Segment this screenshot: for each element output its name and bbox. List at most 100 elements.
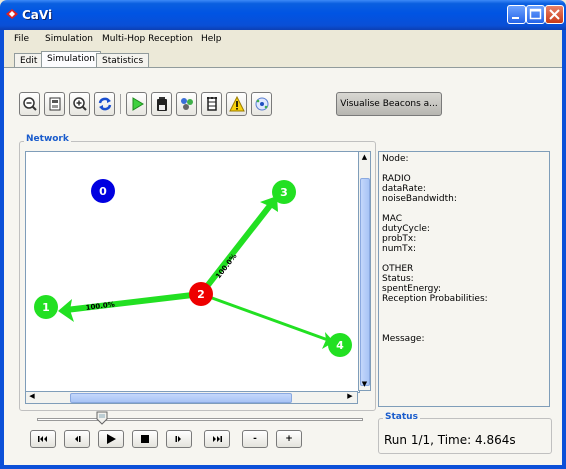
tower-button[interactable] (201, 92, 222, 116)
link-2-3 (198, 196, 278, 296)
close-button[interactable] (545, 5, 564, 24)
play-button[interactable] (98, 430, 124, 448)
vertical-scrollbar[interactable]: ▲ ▼ (358, 151, 371, 391)
window-title: CaVi (22, 8, 53, 22)
skip-to-start-button[interactable] (30, 430, 56, 448)
toolbar-separator (120, 94, 121, 114)
stop-icon (141, 435, 149, 443)
speed-down-button[interactable]: - (242, 430, 268, 448)
minimize-icon (512, 17, 519, 19)
warning-icon (229, 96, 245, 112)
zoom-fit-button[interactable] (44, 92, 65, 116)
zoom-in-icon (73, 97, 87, 111)
node-group-icon (181, 98, 193, 110)
link-2-4 (200, 292, 334, 349)
close-icon (549, 9, 560, 20)
refresh-icon (98, 97, 112, 111)
zoom-in-button[interactable] (69, 92, 90, 116)
node-3[interactable]: 3 (272, 180, 296, 204)
scroll-down-icon[interactable]: ▼ (360, 380, 369, 388)
zoom-out-button[interactable] (19, 92, 40, 116)
info-spent-energy: spentEnergy: (382, 284, 442, 294)
zoom-fit-icon (49, 97, 61, 111)
refresh-button[interactable] (94, 92, 115, 116)
tower-icon (207, 97, 217, 111)
node-2-label: 2 (197, 288, 205, 301)
tab-bar: Edit Simulation Statistics (4, 50, 562, 68)
node-3-label: 3 (280, 186, 288, 199)
network-label: Network (24, 134, 71, 144)
horizontal-scrollbar[interactable]: ◀ ▶ (25, 391, 358, 404)
step-back-button[interactable] (64, 430, 90, 448)
node-4-label: 4 (336, 339, 344, 352)
node-info-panel: Node: RADIO dataRate: noiseBandwidth: MA… (378, 151, 550, 407)
info-noise-bandwidth: noiseBandwidth: (382, 194, 457, 204)
battery-icon (157, 97, 167, 111)
node-0[interactable]: 0 (91, 179, 115, 203)
info-mac-header: MAC (382, 214, 403, 224)
window-frame-right (562, 30, 566, 469)
status-label: Status (383, 412, 420, 422)
menu-multi-hop-reception[interactable]: Multi-Hop Reception (102, 34, 193, 44)
maximize-icon (529, 8, 542, 20)
menu-bar: File Simulation Multi-Hop Reception Help (4, 30, 562, 48)
skip-to-start-icon (38, 436, 47, 442)
scroll-right-icon[interactable]: ▶ (346, 392, 354, 400)
play-icon (132, 97, 144, 111)
beacon-button[interactable] (251, 92, 272, 116)
info-data-rate: dataRate: (382, 184, 426, 194)
window-frame-bottom (0, 465, 566, 469)
battery-button[interactable] (151, 92, 172, 116)
step-forward-button[interactable] (166, 430, 192, 448)
scroll-left-icon[interactable]: ◀ (28, 392, 36, 400)
warning-button[interactable] (226, 92, 247, 116)
node-1[interactable]: 1 (34, 295, 58, 319)
step-back-icon (75, 436, 81, 442)
info-reception-probabilities: Reception Probabilities: (382, 294, 488, 304)
app-icon (6, 9, 18, 19)
link-label-2-1: 100.0% (85, 300, 115, 311)
network-graph: 100.0% 100.0% 0 1 2 3 4 (34, 179, 352, 357)
tab-edit[interactable]: Edit (14, 53, 44, 67)
info-duty-cycle: dutyCycle: (382, 224, 430, 234)
tab-simulation[interactable]: Simulation (41, 51, 101, 68)
visualise-beacons-button[interactable]: Visualise Beacons a... (336, 92, 442, 116)
info-prob-tx: probTx: (382, 234, 417, 244)
menu-file[interactable]: File (14, 34, 29, 44)
info-num-tx: numTx: (382, 244, 417, 254)
node-2[interactable]: 2 (189, 282, 213, 306)
info-other-header: OTHER (382, 264, 414, 274)
scroll-up-icon[interactable]: ▲ (360, 153, 369, 161)
zoom-out-icon (23, 97, 37, 111)
menu-simulation[interactable]: Simulation (45, 34, 93, 44)
node-4[interactable]: 4 (328, 333, 352, 357)
link-label-2-3: 100.0% (214, 252, 238, 280)
horizontal-scroll-thumb[interactable] (70, 393, 292, 403)
node-group-button[interactable] (176, 92, 197, 116)
stop-button[interactable] (132, 430, 158, 448)
info-radio-header: RADIO (382, 174, 411, 184)
beacon-icon (255, 97, 269, 111)
status-text: Run 1/1, Time: 4.864s (384, 433, 516, 447)
info-message: Message: (382, 334, 425, 344)
node-0-label: 0 (99, 185, 107, 198)
info-node: Node: (382, 154, 409, 164)
network-canvas[interactable]: 100.0% 100.0% 0 1 2 3 4 (25, 151, 360, 393)
menu-help[interactable]: Help (201, 34, 222, 44)
skip-to-end-icon (213, 436, 222, 442)
title-bar[interactable]: CaVi (0, 0, 566, 30)
minimize-button[interactable] (507, 5, 526, 24)
step-forward-icon (175, 436, 181, 442)
timeline-slider-track[interactable] (37, 418, 363, 421)
node-1-label: 1 (42, 301, 50, 314)
speed-up-button[interactable]: + (276, 430, 302, 448)
link-2-1 (58, 291, 202, 322)
info-status: Status: (382, 274, 414, 284)
vertical-scroll-thumb[interactable] (360, 178, 370, 386)
timeline-slider-thumb[interactable] (96, 411, 108, 425)
play-simulation-button[interactable] (126, 92, 147, 116)
skip-to-end-button[interactable] (204, 430, 230, 448)
tab-statistics[interactable]: Statistics (96, 53, 150, 67)
play-icon (107, 434, 116, 444)
maximize-button[interactable] (526, 5, 545, 24)
